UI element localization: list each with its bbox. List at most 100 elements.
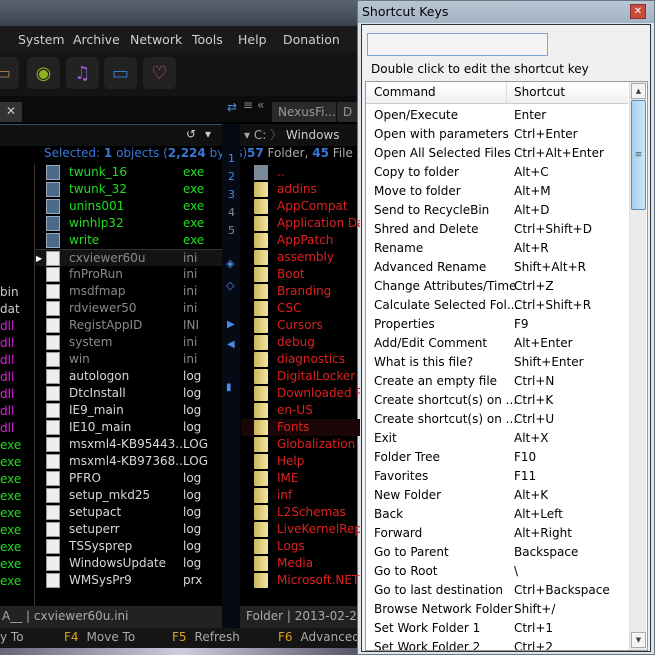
shortcut-row[interactable]: Advanced Rename Shift+Alt+R bbox=[374, 258, 586, 277]
copy-left-icon[interactable]: ◀ bbox=[227, 339, 235, 350]
file-row[interactable]: setup_mkd25 log bbox=[35, 487, 222, 504]
folder-row[interactable]: LiveKernelRepo bbox=[241, 521, 360, 538]
scroll-down-icon[interactable]: ▼ bbox=[631, 632, 646, 648]
file-row[interactable]: rdviewer50 ini bbox=[35, 300, 222, 317]
file-row[interactable]: msdfmap ini bbox=[35, 283, 222, 300]
shortcut-row[interactable]: Browse Network Folder Shift+/ bbox=[374, 600, 555, 619]
shortcut-row[interactable]: Rename Alt+R bbox=[374, 239, 549, 258]
fkey-F4[interactable]: F4 Move To bbox=[64, 630, 135, 644]
dropdown-icon[interactable]: ▾ bbox=[244, 128, 254, 142]
shortcut-row[interactable]: Calculate Selected Fol... Ctrl+Shift+R bbox=[374, 296, 591, 315]
shortcut-row[interactable]: Send to RecycleBin Alt+D bbox=[374, 201, 550, 220]
folder-row[interactable]: inf bbox=[241, 487, 360, 504]
folder-row[interactable]: .. bbox=[241, 164, 360, 181]
shortcut-row[interactable]: Go to last destination Ctrl+Backspace bbox=[374, 581, 610, 600]
panel-number-1[interactable]: 1 bbox=[228, 152, 235, 165]
panel-number-4[interactable]: 4 bbox=[228, 206, 235, 219]
menu-donation[interactable]: Donation bbox=[283, 32, 340, 47]
shortcut-row[interactable]: Create shortcut(s) on ... Ctrl+U bbox=[374, 410, 554, 429]
heart-icon[interactable]: ♡ bbox=[143, 57, 176, 89]
close-icon[interactable]: ✕ bbox=[630, 4, 646, 19]
panel-number-3[interactable]: 3 bbox=[228, 188, 235, 201]
shortcut-row[interactable]: Add/Edit Comment Alt+Enter bbox=[374, 334, 573, 353]
swap-arrows-icon[interactable]: ⇄ bbox=[227, 100, 237, 114]
folder-row[interactable]: Help bbox=[241, 453, 360, 470]
folder-row[interactable]: Logs bbox=[241, 538, 360, 555]
scroll-thumb[interactable]: ≡ bbox=[631, 100, 646, 210]
shortcut-row[interactable]: Set Work Folder 1 Ctrl+1 bbox=[374, 619, 553, 638]
dropdown-icon[interactable]: ▾ bbox=[205, 127, 211, 141]
shortcut-row[interactable]: Forward Alt+Right bbox=[374, 524, 572, 543]
file-row[interactable]: ▶ cxviewer60u ini bbox=[35, 249, 222, 266]
sync-icon[interactable]: ◈ bbox=[226, 257, 234, 270]
shortcut-row[interactable]: Exit Alt+X bbox=[374, 429, 549, 448]
file-row[interactable]: PFRO log bbox=[35, 470, 222, 487]
file-row[interactable]: winhlp32 exe bbox=[35, 215, 222, 232]
folder-row[interactable]: AppPatch bbox=[241, 232, 360, 249]
file-row[interactable]: write exe bbox=[35, 232, 222, 249]
shortcut-row[interactable]: New Folder Alt+K bbox=[374, 486, 548, 505]
menu-archive[interactable]: Archive bbox=[73, 32, 120, 47]
file-row[interactable]: twunk_16 exe bbox=[35, 164, 222, 181]
file-row[interactable]: win ini bbox=[35, 351, 222, 368]
folder-row[interactable]: Cursors bbox=[241, 317, 360, 334]
menu-tools[interactable]: Tools bbox=[192, 32, 223, 47]
camera-icon[interactable]: ◉ bbox=[27, 57, 60, 89]
panel-number-5[interactable]: 5 bbox=[228, 224, 235, 237]
folder-row[interactable]: L2Schemas bbox=[241, 504, 360, 521]
folder-row[interactable]: Boot bbox=[241, 266, 360, 283]
file-row[interactable]: setuperr log bbox=[35, 521, 222, 538]
folder-row[interactable]: Branding bbox=[241, 283, 360, 300]
fkey-F5[interactable]: F5 Refresh bbox=[172, 630, 240, 644]
folder-row[interactable]: DigitalLocker bbox=[241, 368, 360, 385]
folder-row[interactable]: IME bbox=[241, 470, 360, 487]
file-row[interactable]: WMSysPr9 prx bbox=[35, 572, 222, 589]
fkey-f3[interactable]: y To bbox=[0, 630, 24, 644]
stats-icon[interactable]: ▮ bbox=[226, 382, 232, 393]
shortcut-row[interactable]: Go to Root \ bbox=[374, 562, 518, 581]
compare-icon[interactable]: ◇ bbox=[226, 279, 234, 292]
shortcut-row[interactable]: Create shortcut(s) on ... Ctrl+K bbox=[374, 391, 553, 410]
close-tab-icon[interactable]: ✕ bbox=[0, 102, 22, 122]
folder-icon[interactable]: ▭ bbox=[0, 57, 19, 89]
copy-right-icon[interactable]: ▶ bbox=[227, 319, 235, 330]
file-row[interactable]: unins001 exe bbox=[35, 198, 222, 215]
shortcut-row[interactable]: Open/Execute Enter bbox=[374, 106, 546, 125]
folder-row[interactable]: AppCompat bbox=[241, 198, 360, 215]
refresh-icon[interactable]: ↺ bbox=[186, 127, 196, 141]
shortcut-row[interactable]: Copy to folder Alt+C bbox=[374, 163, 549, 182]
shortcut-row[interactable]: Favorites F11 bbox=[374, 467, 536, 486]
tab-nexusfile[interactable]: NexusFi... bbox=[272, 102, 336, 122]
file-row[interactable]: twunk_32 exe bbox=[35, 181, 222, 198]
folder-row[interactable]: Media bbox=[241, 555, 360, 572]
folder-row[interactable]: addins bbox=[241, 181, 360, 198]
folder-row[interactable]: assembly bbox=[241, 249, 360, 266]
radio-icon[interactable]: ▭ bbox=[104, 57, 137, 89]
file-row[interactable]: WindowsUpdate log bbox=[35, 555, 222, 572]
breadcrumb-drive[interactable]: C: bbox=[254, 128, 266, 142]
scroll-up-icon[interactable]: ▲ bbox=[631, 83, 646, 99]
file-row[interactable]: TSSysprep log bbox=[35, 538, 222, 555]
folder-row[interactable]: en-US bbox=[241, 402, 360, 419]
shortcut-row[interactable]: Move to folder Alt+M bbox=[374, 182, 551, 201]
file-row[interactable]: msxml4-KB95443... LOG bbox=[35, 436, 222, 453]
folder-row[interactable]: Fonts bbox=[241, 419, 360, 436]
file-row[interactable]: system ini bbox=[35, 334, 222, 351]
panel-number-2[interactable]: 2 bbox=[228, 170, 235, 183]
shortcut-row[interactable]: What is this file? Shift+Enter bbox=[374, 353, 584, 372]
column-command[interactable]: Command bbox=[374, 85, 436, 99]
shortcut-row[interactable]: Folder Tree F10 bbox=[374, 448, 536, 467]
folder-row[interactable]: CSC bbox=[241, 300, 360, 317]
file-row[interactable]: msxml4-KB97368... LOG bbox=[35, 453, 222, 470]
shortcut-row[interactable]: Back Alt+Left bbox=[374, 505, 563, 524]
column-shortcut[interactable]: Shortcut bbox=[514, 85, 565, 99]
shortcut-row[interactable]: Open with parameters Ctrl+Enter bbox=[374, 125, 578, 144]
shortcut-row[interactable]: Open All Selected Files Ctrl+Alt+Enter bbox=[374, 144, 604, 163]
file-row[interactable]: RegistAppID INI bbox=[35, 317, 222, 334]
fkey-F6[interactable]: F6 Advanced bbox=[278, 630, 360, 644]
shortcut-row[interactable]: Shred and Delete Ctrl+Shift+D bbox=[374, 220, 592, 239]
menu-help[interactable]: Help bbox=[238, 32, 267, 47]
file-row[interactable]: DtcInstall log bbox=[35, 385, 222, 402]
folder-row[interactable]: Downloaded P bbox=[241, 385, 360, 402]
folder-row[interactable]: diagnostics bbox=[241, 351, 360, 368]
